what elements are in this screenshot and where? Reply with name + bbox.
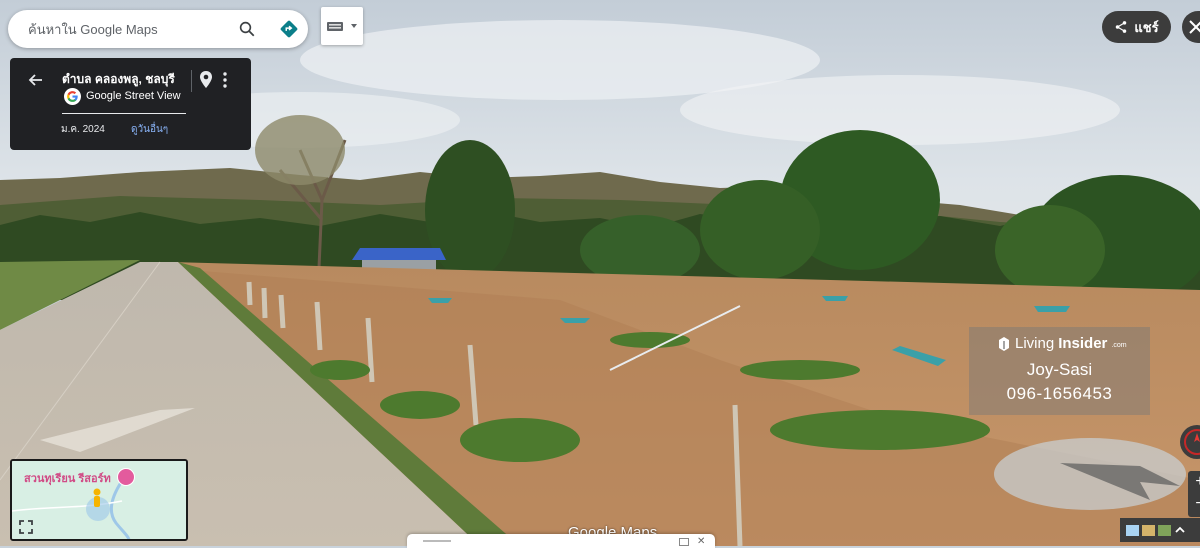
brand-light: Living (1015, 335, 1055, 352)
watermark: Living Insider .com Joy-Sasi 096-1656453 (969, 327, 1150, 415)
search-icon (239, 21, 255, 37)
divider (191, 70, 192, 92)
brand-bold: Insider (1058, 335, 1108, 352)
brand-suffix: .com (1111, 342, 1127, 349)
close-icon (1189, 20, 1200, 34)
layers-toggle[interactable] (1120, 518, 1200, 542)
chevron-up-icon (1175, 526, 1185, 533)
layer-thumbnail (1158, 524, 1171, 536)
close-icon[interactable]: ✕ (697, 536, 705, 547)
back-arrow-icon[interactable] (26, 70, 46, 90)
layer-thumbnail (1126, 524, 1139, 536)
more-options-icon[interactable] (218, 70, 232, 90)
pegman-icon[interactable] (90, 487, 104, 513)
minimap[interactable]: สวนทุเรียน รีสอร์ท (10, 459, 188, 541)
search-input[interactable] (26, 20, 230, 38)
google-logo-icon (64, 88, 81, 105)
search-box (8, 10, 308, 48)
zoom-out-button[interactable]: − (1188, 495, 1200, 517)
pip-icon[interactable] (679, 538, 689, 546)
street-view-info-card: ตำบล คลองพลู, ชลบุรี Google Street View … (10, 58, 251, 150)
divider (62, 113, 186, 114)
minimap-place-label[interactable]: สวนทุเรียน รีสอร์ท (24, 469, 111, 487)
compass-button[interactable] (1180, 425, 1200, 459)
resort-marker-icon[interactable] (117, 468, 135, 486)
chevron-down-icon (351, 24, 357, 28)
living-insider-logo-icon (999, 336, 1009, 351)
watermark-phone: 096-1656453 (1006, 384, 1113, 403)
street-view-provider: Google Street View (86, 90, 181, 102)
search-button[interactable] (236, 18, 258, 40)
watermark-agent-name: Joy-Sasi (1026, 360, 1093, 379)
panel-slider[interactable] (423, 540, 451, 542)
watermark-brand: Living Insider .com (997, 335, 1127, 352)
keyboard-input-button[interactable] (321, 7, 363, 45)
see-other-dates-link[interactable]: ดูวันอื่นๆ (131, 122, 168, 137)
compass-icon (1184, 429, 1200, 455)
place-title: ตำบล คลองพลู, ชลบุรี (62, 72, 175, 86)
layer-thumbnail (1142, 524, 1155, 536)
capture-date: ม.ค. 2024 (61, 124, 105, 135)
share-label: แชร์ (1134, 19, 1159, 35)
share-icon (1116, 21, 1127, 33)
directions-button[interactable] (276, 16, 302, 42)
directions-icon (280, 20, 298, 38)
keyboard-icon (327, 22, 357, 31)
zoom-in-button[interactable]: + (1188, 471, 1200, 495)
expand-map-icon[interactable] (18, 519, 34, 535)
share-button[interactable]: แชร์ (1102, 11, 1171, 43)
location-pin-icon[interactable] (199, 70, 213, 90)
close-street-view-button[interactable] (1182, 11, 1200, 43)
